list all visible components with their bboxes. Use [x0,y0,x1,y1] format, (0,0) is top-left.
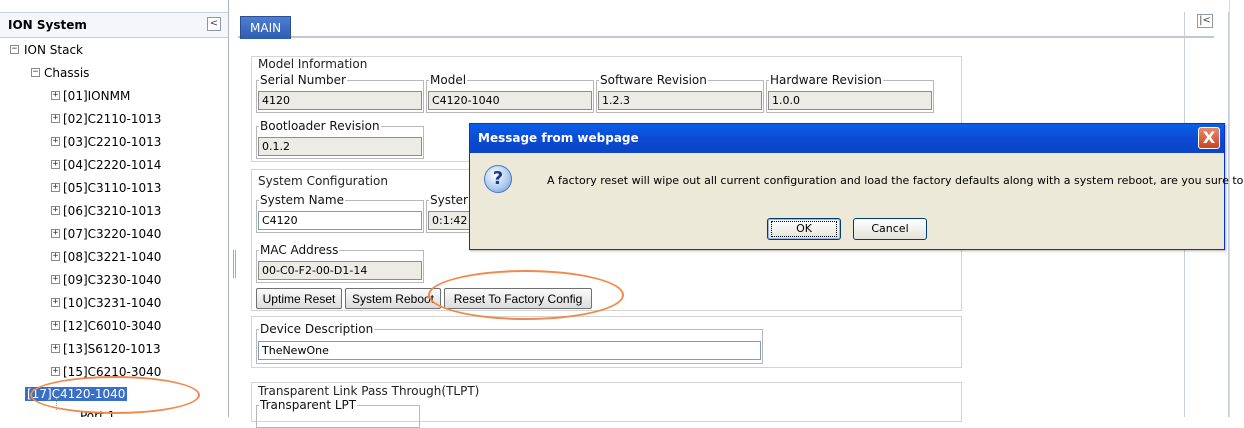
tree-node-label: [06]C3210-1013 [63,204,162,218]
field-label: Syster [430,193,468,207]
field-label: MAC Address [260,243,339,257]
system-name-input[interactable]: C4120 [258,211,422,230]
dialog-titlebar[interactable]: Message from webpage X [470,124,1224,153]
tree-node-label: [04]C2220-1014 [63,158,162,172]
tree-node-label: [09]C3230-1040 [63,273,162,287]
plus-icon[interactable]: + [51,321,60,330]
left-panel-header: ION System < [0,12,228,38]
minus-icon[interactable]: − [31,68,40,77]
close-icon[interactable]: X [1198,127,1220,149]
tree-node-ion-stack[interactable]: − ION Stack [0,42,200,60]
system-uptime-field: 0:1:42 [428,211,472,230]
section-title: System Configuration [258,174,388,188]
bootloader-revision-field: 0.1.2 [258,137,422,156]
focus-ring [771,221,837,237]
uptime-reset-button[interactable]: Uptime Reset [256,288,342,309]
tree-node-module[interactable]: + [08]C3221-1040 [0,249,200,267]
plus-icon[interactable]: + [51,344,60,353]
collapse-right-panel-button[interactable]: |< [1197,14,1213,28]
section-title: Model Information [258,57,368,71]
field-label: Device Description [260,322,374,336]
tree-node-chassis[interactable]: − Chassis [0,65,200,83]
tree-node-label: Chassis [44,66,90,80]
tree-node-module[interactable]: + [06]C3210-1013 [0,203,200,221]
dialog-title: Message from webpage [478,131,639,145]
field-label: Software Revision [600,73,707,87]
mac-address-field: 00-C0-F2-00-D1-14 [258,261,422,280]
plus-icon[interactable]: + [51,252,60,261]
tree-node-label: [17]C4120-1040 [25,387,128,401]
tree-node-label: [02]C2110-1013 [63,112,162,126]
serial-number-field: 4120 [258,91,422,110]
tree-node-label: ION Stack [24,43,83,57]
plus-icon[interactable]: + [51,367,60,376]
software-revision-field: 1.2.3 [598,91,762,110]
tree-node-label: [01]IONMM [63,89,131,103]
model-field: C4120-1040 [428,91,592,110]
tree-node-label: [15]C6210-3040 [63,365,162,379]
window-edge [1229,0,1244,417]
transparent-lpt-group: Transparent LPT [256,398,420,428]
tree-node-module[interactable]: + [02]C2110-1013 [0,111,200,129]
minus-icon[interactable]: − [10,45,19,54]
ok-button[interactable]: OK [767,218,841,240]
field-label: Hardware Revision [770,73,882,87]
tree-node-port[interactable]: Port 1 [0,408,200,417]
tree-node-label: [12]C6010-3040 [63,319,162,333]
tree-node-module[interactable]: + [15]C6210-3040 [0,364,200,382]
tree-node-module[interactable]: + [03]C2210-1013 [0,134,200,152]
reset-to-factory-config-button[interactable]: Reset To Factory Config [444,288,592,309]
plus-icon[interactable]: + [51,206,60,215]
left-panel-title: ION System [8,18,87,32]
plus-icon[interactable]: + [51,160,60,169]
tree-node-module[interactable]: + [07]C3220-1040 [0,226,200,244]
field-label: System Name [260,193,344,207]
section-title: Transparent Link Pass Through(TLPT) [258,384,480,398]
question-icon: ? [484,165,512,193]
plus-icon[interactable]: + [51,137,60,146]
panel-splitter[interactable] [233,250,236,278]
dialog-message: A factory reset will wipe out all curren… [547,174,1244,187]
plus-icon[interactable]: + [51,114,60,123]
tree-node-label: [08]C3221-1040 [63,250,162,264]
field-label: Model [430,73,467,87]
tree-node-label: [07]C3220-1040 [63,227,162,241]
field-label: Bootloader Revision [260,119,380,133]
plus-icon[interactable]: + [51,91,60,100]
tab-bar: MAIN [238,12,1214,39]
plus-icon[interactable]: + [51,183,60,192]
tree-node-selected-module[interactable]: − [17]C4120-1040 [0,386,200,404]
tree-node-label: [05]C3110-1013 [63,181,162,195]
left-panel: ION System < − ION Stack − Chassis + [01… [0,0,229,417]
tab-main[interactable]: MAIN [240,16,292,39]
tree-node-module[interactable]: + [01]IONMM [0,88,200,106]
hardware-revision-field: 1.0.0 [768,91,932,110]
tree-node-module[interactable]: + [05]C3110-1013 [0,180,200,198]
field-label: Serial Number [260,73,346,87]
plus-icon[interactable]: + [51,275,60,284]
system-reboot-button[interactable]: System Reboot [345,288,441,309]
tree-node-module[interactable]: + [13]S6120-1013 [0,341,200,359]
tree-node-label: [13]S6120-1013 [63,342,161,356]
tree-node-module[interactable]: + [10]C3231-1040 [0,295,200,313]
plus-icon[interactable]: + [51,298,60,307]
field-label: Transparent LPT [260,398,357,412]
tree-node-module[interactable]: + [04]C2220-1014 [0,157,200,175]
device-description-input[interactable]: TheNewOne [258,341,761,360]
tree-node-label: [10]C3231-1040 [63,296,162,310]
tree-node-label: [03]C2210-1013 [63,135,162,149]
plus-icon[interactable]: + [51,229,60,238]
tree-node-module[interactable]: + [09]C3230-1040 [0,272,200,290]
tree-node-module[interactable]: + [12]C6010-3040 [0,318,200,336]
collapse-left-panel-button[interactable]: < [207,17,221,31]
cancel-button[interactable]: Cancel [853,218,927,240]
confirm-dialog: Message from webpage X ? A factory reset… [469,123,1244,250]
tree-node-label: Port 1 [80,409,116,417]
